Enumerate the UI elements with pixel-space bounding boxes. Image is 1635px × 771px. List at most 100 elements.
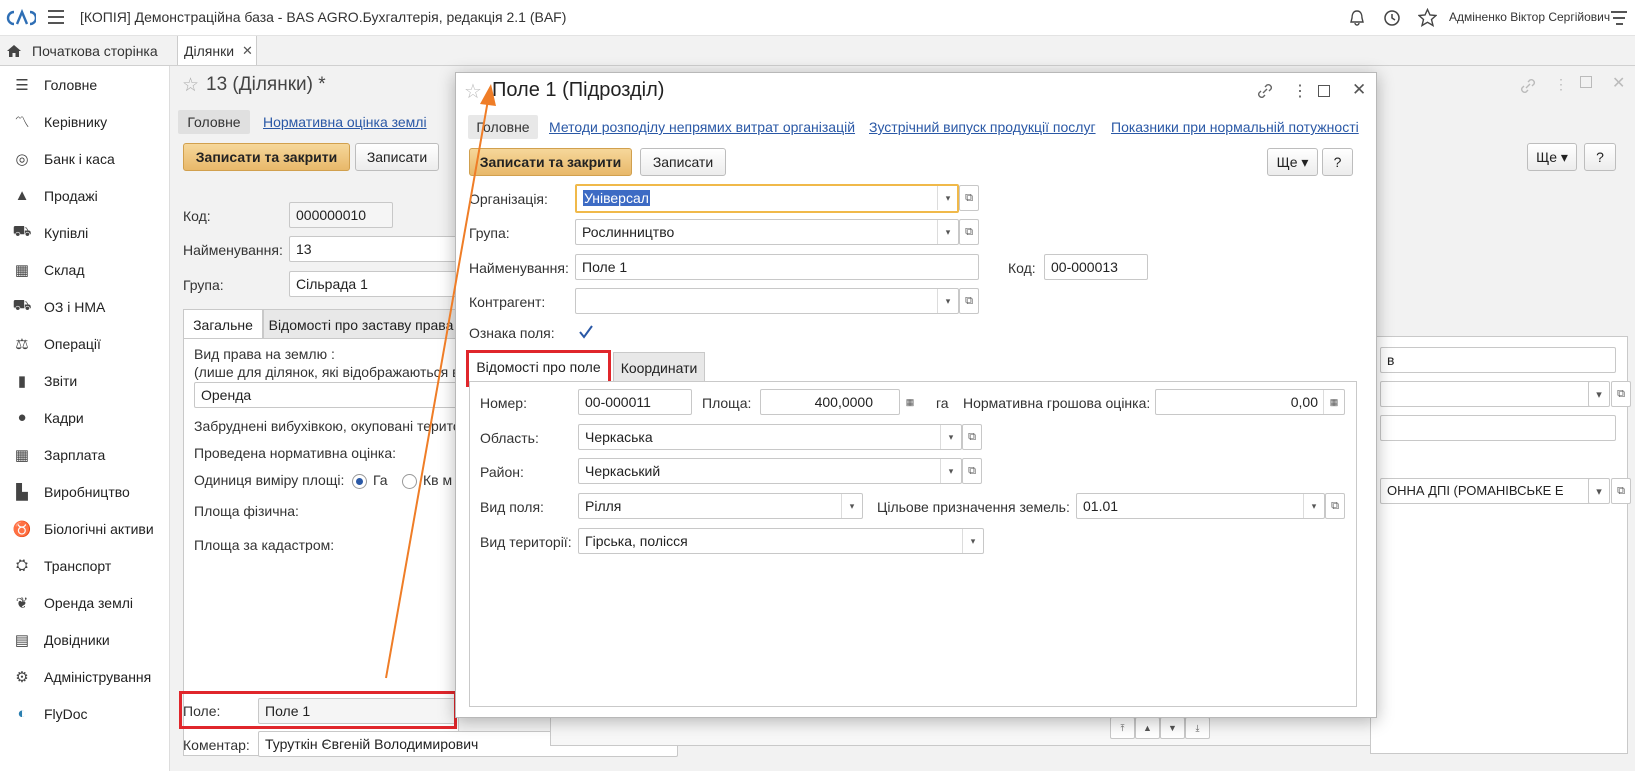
norm-field[interactable]: 0,00 [1155, 389, 1345, 415]
sidebar-item[interactable]: ◎ Банк і каса [0, 140, 170, 177]
area-field[interactable]: 400,0000 [760, 389, 900, 415]
district-open-icon[interactable]: ⧉ [962, 458, 982, 484]
sidebar-item[interactable]: ♉ Біологічні активи [0, 510, 170, 547]
right-input-4-open-icon[interactable]: ⧉ [1611, 478, 1631, 504]
app-logo-icon[interactable] [4, 8, 36, 28]
link-icon[interactable] [1519, 78, 1537, 94]
bell-icon[interactable] [1348, 9, 1366, 27]
right-input-2-dropdown-icon[interactable]: ▾ [1588, 381, 1610, 407]
district-field[interactable]: Черкаський [578, 458, 962, 484]
move-bottom-icon[interactable]: ⤓ [1185, 717, 1210, 739]
link-icon[interactable] [1256, 83, 1274, 99]
org-open-icon[interactable]: ⧉ [959, 185, 979, 211]
sidebar-item[interactable]: ▲ Продажі [0, 177, 170, 214]
counterparty-field[interactable] [575, 288, 959, 314]
district-dropdown-icon[interactable]: ▾ [940, 459, 961, 483]
tab-plots[interactable]: Ділянки ✕ [177, 36, 257, 65]
fieldtype-field[interactable]: Рілля [578, 493, 863, 519]
group-dropdown-icon[interactable]: ▾ [937, 220, 958, 244]
org-field[interactable]: Універсал [575, 184, 959, 213]
sidebar-item[interactable]: ☰ Головне [0, 66, 170, 103]
favorites-star-icon[interactable] [1418, 8, 1437, 27]
right-input-4-dropdown-icon[interactable]: ▾ [1588, 478, 1610, 504]
sidebar-item[interactable]: ▤ Довідники [0, 621, 170, 658]
region-field[interactable]: Черкаська [578, 424, 962, 450]
move-down-icon[interactable]: ▼ [1160, 717, 1185, 739]
group-open-icon[interactable]: ⧉ [959, 219, 979, 245]
close-dialog-icon[interactable]: ✕ [1352, 80, 1366, 100]
territory-field[interactable]: Гірська, полісся [578, 528, 984, 554]
sidebar-item[interactable]: 〽 Керівнику [0, 103, 170, 140]
name-field[interactable]: Поле 1 [575, 254, 979, 280]
right-field[interactable]: Оренда [194, 382, 460, 408]
code-field[interactable]: 00-000013 [1044, 254, 1148, 280]
move-up-icon[interactable]: ▲ [1135, 717, 1160, 739]
nav-indirect-costs[interactable]: Методи розподілу непрямих витрат організ… [549, 119, 855, 135]
more-button[interactable]: Ще ▾ [1527, 143, 1577, 171]
org-dropdown-icon[interactable]: ▾ [937, 186, 958, 210]
help-button[interactable]: ? [1322, 148, 1353, 176]
nav-normal-capacity[interactable]: Показники при нормальній потужності [1111, 119, 1359, 135]
nav-counter-output[interactable]: Зустрічний випуск продукції послуг [869, 119, 1096, 135]
area-calculator-icon[interactable]: ▦ [900, 390, 920, 414]
group-field[interactable]: Сільрада 1 [289, 271, 459, 297]
purpose-dropdown-icon[interactable]: ▾ [1303, 494, 1324, 518]
purpose-open-icon[interactable]: ⧉ [1325, 493, 1345, 519]
field-sign-checkbox[interactable] [577, 323, 595, 341]
number-field[interactable]: 00-000011 [578, 389, 692, 415]
right-input-3[interactable] [1380, 415, 1616, 441]
sidebar-item[interactable]: ⚖ Операції [0, 325, 170, 362]
close-form-icon[interactable]: ✕ [1612, 73, 1625, 93]
sidebar-item[interactable]: ⛟ Купівлі [0, 214, 170, 251]
tab-coordinates[interactable]: Координати [613, 352, 705, 382]
sidebar-item[interactable]: ❦ Оренда землі [0, 584, 170, 621]
sidebar-item[interactable]: ⚙ Адміністрування [0, 658, 170, 695]
sidebar-item[interactable]: ▦ Зарплата [0, 436, 170, 473]
counterparty-open-icon[interactable]: ⧉ [959, 288, 979, 314]
save-button[interactable]: Записати [355, 143, 439, 171]
right-input-4[interactable]: ОННА ДПІ (РОМАНІВСЬКЕ Е [1380, 478, 1598, 504]
save-close-button[interactable]: Записати та закрити [183, 143, 350, 171]
sidebar-item[interactable]: ⛟ ОЗ і НМА [0, 288, 170, 325]
star-icon[interactable]: ☆ [182, 74, 199, 97]
star-icon[interactable]: ☆ [464, 79, 482, 104]
fieldtype-dropdown-icon[interactable]: ▾ [841, 494, 862, 518]
save-close-button[interactable]: Записати та закрити [469, 148, 632, 176]
region-dropdown-icon[interactable]: ▾ [940, 425, 961, 449]
sidebar-item[interactable]: ▮ Звіти [0, 362, 170, 399]
help-button[interactable]: ? [1584, 143, 1616, 171]
nav-main[interactable]: Головне [178, 110, 250, 134]
right-input-2[interactable] [1380, 381, 1598, 407]
settings-menu-icon[interactable] [1611, 11, 1627, 25]
tab-general[interactable]: Загальне [183, 309, 263, 339]
sidebar-item[interactable]: ▦ Склад [0, 251, 170, 288]
unit-km-radio[interactable] [402, 474, 417, 489]
region-open-icon[interactable]: ⧉ [962, 424, 982, 450]
tab-pledge[interactable]: Відомості про заставу права [263, 309, 459, 339]
right-input-1[interactable]: в [1380, 347, 1616, 373]
more-vertical-icon[interactable]: ⋮ [1292, 81, 1308, 101]
purpose-field[interactable]: 01.01 [1076, 493, 1325, 519]
restore-window-icon[interactable] [1580, 76, 1592, 88]
name-field[interactable]: 13 [289, 236, 459, 262]
more-button[interactable]: Ще ▾ [1267, 148, 1318, 176]
user-name[interactable]: Адміненко Віктор Сергійович [1449, 10, 1610, 24]
maximize-icon[interactable] [1318, 85, 1330, 97]
close-tab-icon[interactable]: ✕ [242, 43, 253, 59]
nav-main[interactable]: Головне [468, 115, 538, 139]
nav-norm-eval[interactable]: Нормативна оцінка землі [263, 114, 427, 130]
sidebar-item[interactable]: ● Кадри [0, 399, 170, 436]
norm-calculator-icon[interactable]: ▦ [1323, 390, 1344, 414]
sidebar-item[interactable]: ⛭ Транспорт [0, 547, 170, 584]
hamburger-menu-icon[interactable] [48, 10, 64, 24]
territory-dropdown-icon[interactable]: ▾ [962, 529, 983, 553]
code-field[interactable]: 000000010 [289, 202, 393, 228]
save-button[interactable]: Записати [640, 148, 726, 176]
tab-home[interactable]: Початкова сторінка [0, 36, 170, 65]
sidebar-item[interactable]: ▙ Виробництво [0, 473, 170, 510]
unit-ha-radio[interactable] [352, 474, 367, 489]
move-top-icon[interactable]: ⤒ [1110, 717, 1135, 739]
right-input-2-open-icon[interactable]: ⧉ [1611, 381, 1631, 407]
history-icon[interactable] [1383, 9, 1401, 27]
group-field[interactable]: Рослинництво [575, 219, 959, 245]
